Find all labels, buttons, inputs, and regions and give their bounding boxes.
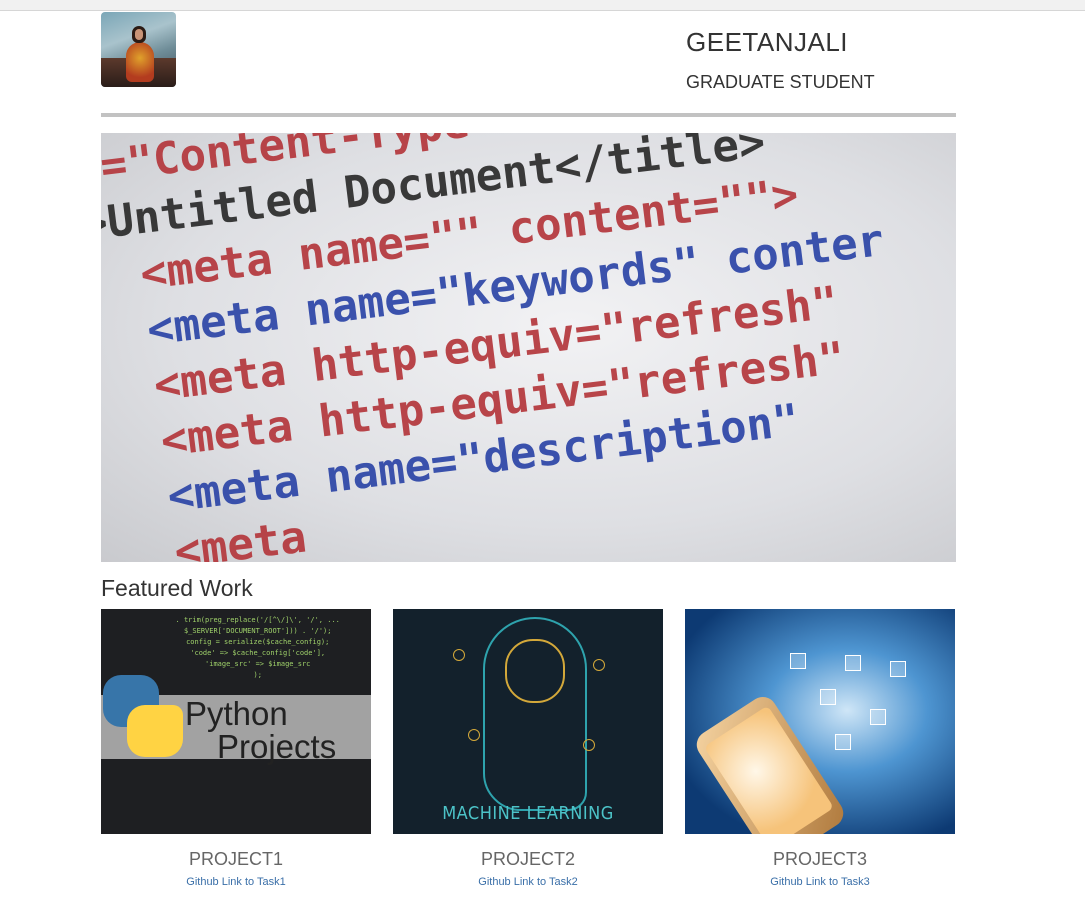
- project-title: PROJECT1: [188, 849, 284, 869]
- circuit-node-icon: [468, 729, 480, 741]
- avatar: [101, 12, 176, 87]
- thumb-text-machine-learning: MACHINE LEARNING: [442, 803, 614, 824]
- floating-app-icon: [870, 709, 886, 725]
- circuit-node-icon: [593, 659, 605, 671]
- hero-code-text: v="Content-Type" content="text/ >Untitle…: [101, 133, 941, 562]
- circuit-node-icon: [453, 649, 465, 661]
- github-link[interactable]: Github Link to Task1: [186, 876, 285, 888]
- projects-grid: . trim(preg_replace('/[^\/]\', '/', ... …: [101, 609, 956, 899]
- brain-icon: [505, 639, 565, 703]
- smartphone-screen: [703, 705, 835, 834]
- project-2-thumbnail[interactable]: MACHINE LEARNING: [393, 609, 663, 834]
- project-card-1: . trim(preg_replace('/[^\/]\', '/', ... …: [101, 609, 371, 890]
- page-title: GEETANJALI: [686, 27, 849, 57]
- smartphone-icon: [691, 691, 849, 834]
- floating-app-icon: [835, 734, 851, 750]
- project-1-thumbnail[interactable]: . trim(preg_replace('/[^\/]\', '/', ... …: [101, 609, 371, 834]
- floating-app-icon: [845, 655, 861, 671]
- python-logo-icon-lower: [127, 705, 183, 757]
- header-divider: [101, 113, 956, 117]
- floating-app-icon: [790, 653, 806, 669]
- project-card-3: PROJECT3 Github Link to Task3: [685, 609, 955, 890]
- avatar-face: [135, 29, 143, 40]
- avatar-dress: [126, 42, 154, 82]
- project-3-thumbnail[interactable]: [685, 609, 955, 834]
- thumb-text-projects: Projects: [217, 728, 337, 765]
- hero-image: v="Content-Type" content="text/ >Untitle…: [101, 133, 956, 562]
- circuit-node-icon: [583, 739, 595, 751]
- floating-app-icon: [820, 689, 836, 705]
- project-title: PROJECT3: [772, 849, 868, 869]
- project-card-2: MACHINE LEARNING PROJECT2 Github Link to…: [393, 609, 663, 890]
- subtitle-role: GRADUATE STUDENT: [686, 72, 875, 92]
- browser-top-edge: [0, 0, 1085, 11]
- github-link[interactable]: Github Link to Task3: [770, 876, 869, 888]
- featured-work-heading: Featured Work: [101, 575, 253, 601]
- project-title: PROJECT2: [480, 849, 576, 869]
- floating-app-icon: [890, 661, 906, 677]
- code-background-icon: . trim(preg_replace('/[^\/]\', '/', ... …: [175, 616, 340, 679]
- github-link[interactable]: Github Link to Task2: [478, 876, 577, 888]
